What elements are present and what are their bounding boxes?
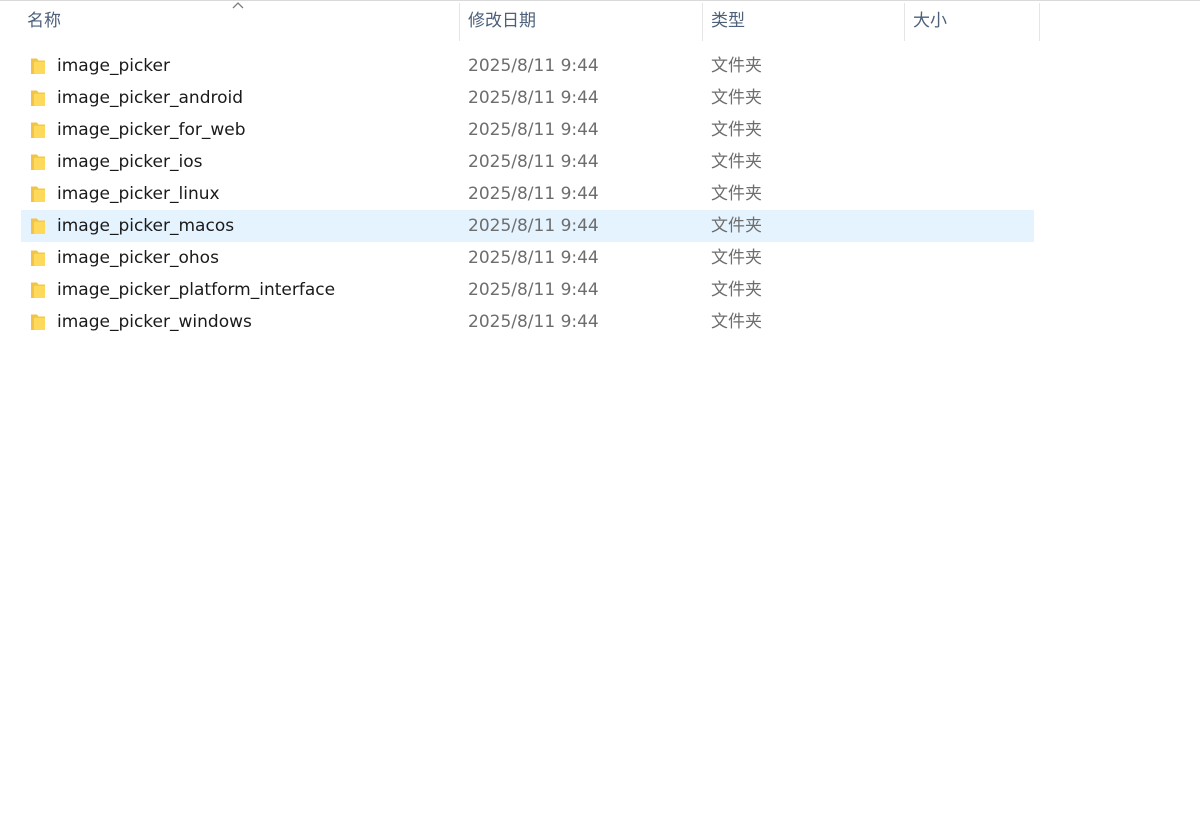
file-row[interactable]: image_picker 2025/8/11 9:44 文件夹 xyxy=(21,50,1034,82)
file-type: 文件夹 xyxy=(711,216,762,236)
file-type: 文件夹 xyxy=(711,312,762,332)
folder-icon xyxy=(31,282,45,298)
file-row[interactable]: image_picker_windows 2025/8/11 9:44 文件夹 xyxy=(21,306,1034,338)
file-name: image_picker_android xyxy=(57,88,244,108)
file-type: 文件夹 xyxy=(711,56,762,76)
file-date: 2025/8/11 9:44 xyxy=(468,88,599,108)
folder-icon xyxy=(31,58,45,74)
file-row[interactable]: image_picker_platform_interface 2025/8/11… xyxy=(21,274,1034,306)
file-row[interactable]: image_picker_macos 2025/8/11 9:44 文件夹 xyxy=(21,210,1034,242)
folder-icon xyxy=(31,90,45,106)
file-date: 2025/8/11 9:44 xyxy=(468,152,599,172)
file-name: image_picker_ohos xyxy=(57,248,219,268)
file-type: 文件夹 xyxy=(711,120,762,140)
file-type: 文件夹 xyxy=(711,152,762,172)
folder-icon xyxy=(31,122,45,138)
file-name: image_picker_platform_interface xyxy=(57,280,336,300)
column-header-size[interactable]: 大小 xyxy=(905,1,1040,41)
file-date: 2025/8/11 9:44 xyxy=(468,248,599,268)
file-date: 2025/8/11 9:44 xyxy=(468,312,599,332)
chevron-up-icon xyxy=(232,2,244,9)
file-type: 文件夹 xyxy=(711,184,762,204)
file-date: 2025/8/11 9:44 xyxy=(468,280,599,300)
file-type: 文件夹 xyxy=(711,280,762,300)
column-divider[interactable] xyxy=(1039,3,1040,41)
folder-icon xyxy=(31,186,45,202)
file-date: 2025/8/11 9:44 xyxy=(468,216,599,236)
file-row[interactable]: image_picker_linux 2025/8/11 9:44 文件夹 xyxy=(21,178,1034,210)
folder-icon xyxy=(31,154,45,170)
file-name: image_picker_windows xyxy=(57,312,252,332)
file-name: image_picker xyxy=(57,56,170,76)
column-header-bar: 名称 修改日期 类型 大小 xyxy=(0,1,1200,41)
column-header-type[interactable]: 类型 xyxy=(703,1,904,41)
file-date: 2025/8/11 9:44 xyxy=(468,120,599,140)
folder-icon xyxy=(31,218,45,234)
file-row[interactable]: image_picker_for_web 2025/8/11 9:44 文件夹 xyxy=(21,114,1034,146)
folder-icon xyxy=(31,314,45,330)
file-row[interactable]: image_picker_ios 2025/8/11 9:44 文件夹 xyxy=(21,146,1034,178)
file-type: 文件夹 xyxy=(711,88,762,108)
column-header-date-modified[interactable]: 修改日期 xyxy=(460,1,702,41)
file-name: image_picker_linux xyxy=(57,184,220,204)
file-name: image_picker_macos xyxy=(57,216,235,236)
file-name: image_picker_ios xyxy=(57,152,203,172)
file-type: 文件夹 xyxy=(711,248,762,268)
file-date: 2025/8/11 9:44 xyxy=(468,184,599,204)
file-row[interactable]: image_picker_ohos 2025/8/11 9:44 文件夹 xyxy=(21,242,1034,274)
file-row[interactable]: image_picker_android 2025/8/11 9:44 文件夹 xyxy=(21,82,1034,114)
file-date: 2025/8/11 9:44 xyxy=(468,56,599,76)
folder-icon xyxy=(31,250,45,266)
file-name: image_picker_for_web xyxy=(57,120,246,140)
